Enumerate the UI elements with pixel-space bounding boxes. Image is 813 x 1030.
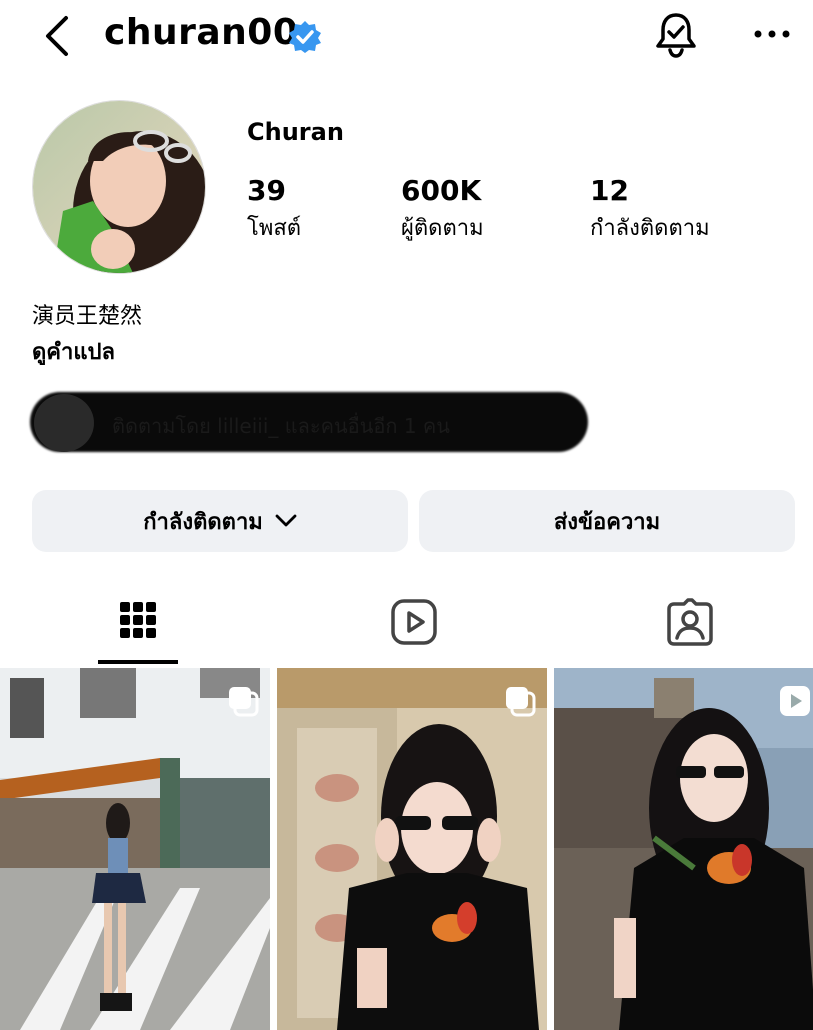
grid-icon[interactable] bbox=[114, 598, 162, 646]
following-button-label: กำลังติดตาม bbox=[143, 509, 263, 535]
post-thumbnail[interactable] bbox=[554, 668, 813, 1030]
followers-count[interactable]: 600K bbox=[401, 174, 481, 207]
multi-photo-icon bbox=[506, 687, 536, 717]
message-button-label: ส่งข้อความ bbox=[553, 509, 661, 535]
followed-by-text[interactable]: ติดตามโดย lilleiii_ และคนอื่นอีก 1 คน bbox=[112, 410, 450, 442]
message-button[interactable]: ส่งข้อความ bbox=[419, 490, 795, 552]
active-tab-indicator bbox=[98, 660, 178, 664]
more-options-icon[interactable] bbox=[752, 24, 792, 44]
reels-icon[interactable] bbox=[390, 598, 438, 646]
profile-username: churan00 bbox=[104, 12, 299, 53]
see-translation-link[interactable]: ดูคำแปล bbox=[32, 334, 115, 369]
following-count[interactable]: 12 bbox=[590, 174, 629, 207]
notification-bell-icon[interactable] bbox=[654, 12, 698, 58]
multi-photo-icon bbox=[229, 687, 259, 717]
following-button[interactable]: กำลังติดตาม bbox=[32, 490, 408, 552]
back-arrow-icon[interactable] bbox=[40, 14, 76, 58]
profile-bio: 演员王楚然 bbox=[32, 304, 143, 329]
posts-label: โพสต์ bbox=[247, 216, 302, 241]
chevron-down-icon bbox=[275, 514, 297, 527]
profile-avatar[interactable] bbox=[32, 100, 206, 274]
tagged-icon[interactable] bbox=[666, 598, 714, 646]
post-thumbnail[interactable] bbox=[0, 668, 270, 1030]
video-icon bbox=[780, 686, 810, 716]
following-label[interactable]: กำลังติดตาม bbox=[590, 210, 710, 245]
post-thumbnail[interactable] bbox=[277, 668, 547, 1030]
followers-label[interactable]: ผู้ติดตาม bbox=[401, 210, 484, 245]
verified-badge-icon bbox=[289, 21, 321, 53]
followed-by-avatar bbox=[34, 394, 94, 452]
posts-count: 39 bbox=[247, 174, 286, 207]
profile-full-name: Churan bbox=[247, 118, 344, 146]
